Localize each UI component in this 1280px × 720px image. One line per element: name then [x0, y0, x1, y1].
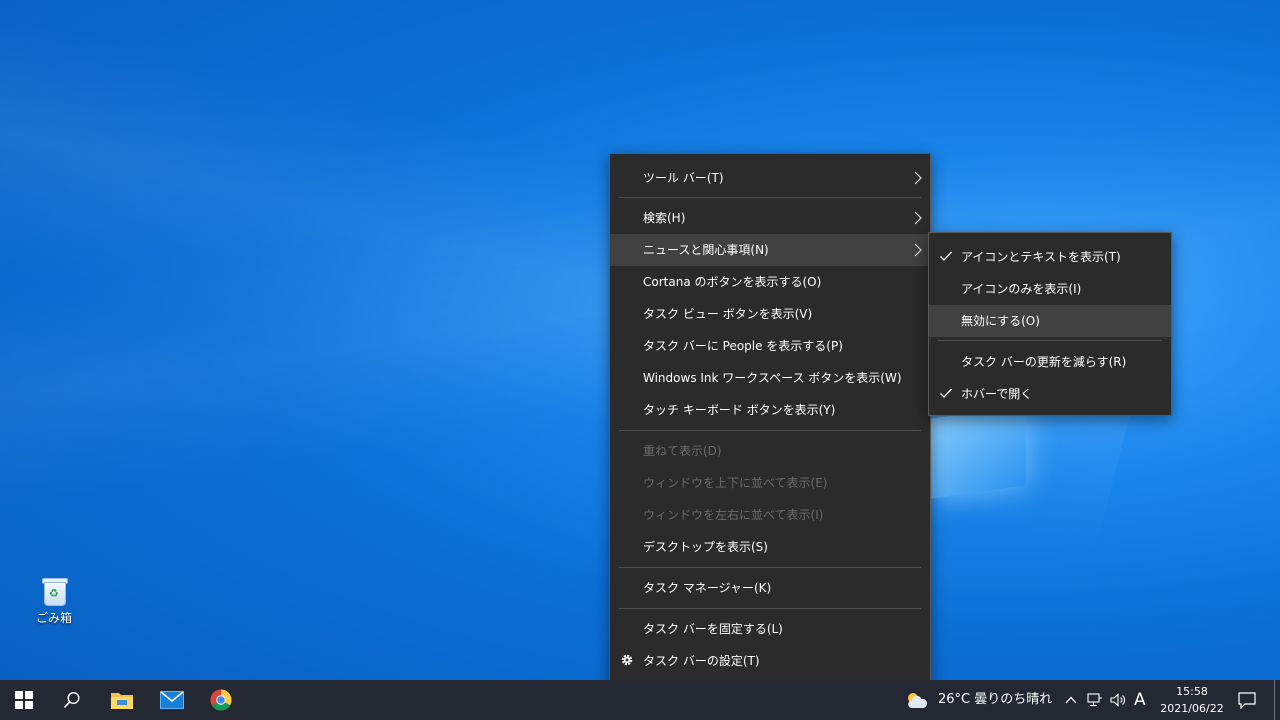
menu-separator — [619, 567, 921, 568]
submenu-item-turn-off[interactable]: 無効にする(O) — [929, 305, 1171, 337]
menu-item-label: タッチ キーボード ボタンを表示(Y) — [643, 403, 836, 417]
submenu-item-label: 無効にする(O) — [961, 314, 1040, 328]
notification-icon — [1238, 691, 1256, 709]
menu-item-lock-taskbar[interactable]: タスク バーを固定する(L) — [610, 613, 930, 645]
taskbar-context-menu: ツール バー(T) 検索(H) ニュースと関心事項(N) Cortana のボタ… — [609, 153, 931, 685]
menu-item-label: タスク バーを固定する(L) — [643, 622, 783, 636]
file-explorer-button[interactable] — [98, 680, 146, 720]
recycle-bin-desktop-icon[interactable]: ♻ ごみ箱 — [28, 575, 80, 626]
menu-item-label: タスク バーに People を表示する(P) — [643, 339, 843, 353]
speaker-icon — [1110, 693, 1125, 707]
menu-item-stack-windows: ウィンドウを上下に並べて表示(E) — [610, 467, 930, 499]
menu-separator — [619, 430, 921, 431]
menu-item-show-people[interactable]: タスク バーに People を表示する(P) — [610, 330, 930, 362]
menu-item-toolbars[interactable]: ツール バー(T) — [610, 162, 930, 194]
chevron-right-icon — [914, 171, 922, 185]
chevron-right-icon — [914, 243, 922, 257]
mail-button[interactable] — [148, 680, 196, 720]
partly-cloudy-icon — [908, 693, 928, 708]
recycle-bin-label: ごみ箱 — [35, 611, 72, 625]
menu-item-label: Cortana のボタンを表示する(O) — [643, 275, 822, 289]
submenu-item-icon-only[interactable]: アイコンのみを表示(I) — [929, 273, 1171, 305]
submenu-item-icon-and-text[interactable]: アイコンとテキストを表示(T) — [929, 241, 1171, 273]
weather-text[interactable]: 26°C 曇りのち晴れ — [938, 680, 1052, 720]
start-button[interactable] — [0, 680, 48, 720]
menu-item-show-task-view[interactable]: タスク ビュー ボタンを表示(V) — [610, 298, 930, 330]
network-button[interactable] — [1084, 680, 1106, 720]
checkmark-icon — [940, 388, 952, 398]
menu-item-side-by-side-windows: ウィンドウを左右に並べて表示(I) — [610, 499, 930, 531]
folder-icon — [111, 693, 133, 709]
menu-item-label: ツール バー(T) — [643, 171, 724, 185]
menu-item-task-manager[interactable]: タスク マネージャー(K) — [610, 572, 930, 604]
mail-icon — [160, 691, 184, 709]
menu-item-show-touch-keyboard[interactable]: タッチ キーボード ボタンを表示(Y) — [610, 394, 930, 426]
menu-separator — [619, 608, 921, 609]
menu-item-label: Windows Ink ワークスペース ボタンを表示(W) — [643, 371, 902, 385]
menu-item-label: デスクトップを表示(S) — [643, 540, 768, 554]
menu-item-label: ニュースと関心事項(N) — [643, 243, 769, 257]
chrome-button[interactable] — [197, 680, 245, 720]
menu-item-label: ウィンドウを上下に並べて表示(E) — [643, 476, 828, 490]
menu-separator — [619, 197, 921, 198]
menu-item-cascade-windows: 重ねて表示(D) — [610, 435, 930, 467]
clock-time: 15:58 — [1176, 685, 1208, 698]
news-interests-submenu: アイコンとテキストを表示(T) アイコンのみを表示(I) 無効にする(O) タス… — [928, 232, 1172, 416]
weather-widget-icon-button[interactable] — [894, 680, 940, 720]
submenu-item-label: ホバーで開く — [961, 387, 1033, 401]
menu-item-label: ウィンドウを左右に並べて表示(I) — [643, 508, 824, 522]
menu-item-taskbar-settings[interactable]: タスク バーの設定(T) — [610, 645, 930, 677]
submenu-item-label: アイコンのみを表示(I) — [961, 282, 1082, 296]
action-center-button[interactable] — [1224, 680, 1270, 720]
search-button[interactable] — [48, 680, 96, 720]
menu-item-show-desktop[interactable]: デスクトップを表示(S) — [610, 531, 930, 563]
menu-item-show-cortana[interactable]: Cortana のボタンを表示する(O) — [610, 266, 930, 298]
windows-logo-icon — [15, 691, 33, 709]
menu-item-search[interactable]: 検索(H) — [610, 202, 930, 234]
menu-item-label: 重ねて表示(D) — [643, 444, 722, 458]
gear-icon — [621, 654, 633, 666]
recycle-bin-icon: ♻ — [41, 575, 68, 606]
menu-item-news-and-interests[interactable]: ニュースと関心事項(N) — [610, 234, 930, 266]
submenu-item-reduce-updates[interactable]: タスク バーの更新を減らす(R) — [929, 346, 1171, 378]
clock-date: 2021/06/22 — [1160, 702, 1224, 715]
clock[interactable]: 15:58 2021/06/22 — [1152, 683, 1232, 717]
menu-item-show-windows-ink[interactable]: Windows Ink ワークスペース ボタンを表示(W) — [610, 362, 930, 394]
menu-item-label: タスク バーの設定(T) — [643, 654, 760, 668]
chevron-right-icon — [914, 211, 922, 225]
wallpaper-windows-logo — [930, 405, 1026, 499]
submenu-item-label: アイコンとテキストを表示(T) — [961, 250, 1121, 264]
show-desktop-button[interactable] — [1274, 680, 1275, 720]
menu-item-label: タスク ビュー ボタンを表示(V) — [643, 307, 813, 321]
menu-separator — [938, 340, 1162, 341]
ime-mode-indicator[interactable]: A — [1134, 680, 1146, 720]
chevron-up-icon — [1065, 696, 1077, 704]
submenu-item-open-on-hover[interactable]: ホバーで開く — [929, 378, 1171, 410]
taskbar: 26°C 曇りのち晴れ A 15:58 2021/06/22 — [0, 680, 1280, 720]
network-icon — [1087, 693, 1102, 707]
menu-item-label: タスク マネージャー(K) — [643, 581, 772, 595]
menu-item-label: 検索(H) — [643, 211, 686, 225]
volume-button[interactable] — [1107, 680, 1129, 720]
checkmark-icon — [940, 251, 952, 261]
submenu-item-label: タスク バーの更新を減らす(R) — [961, 355, 1127, 369]
show-hidden-icons-button[interactable] — [1060, 680, 1082, 720]
chrome-icon — [210, 689, 232, 711]
search-icon — [63, 691, 80, 709]
